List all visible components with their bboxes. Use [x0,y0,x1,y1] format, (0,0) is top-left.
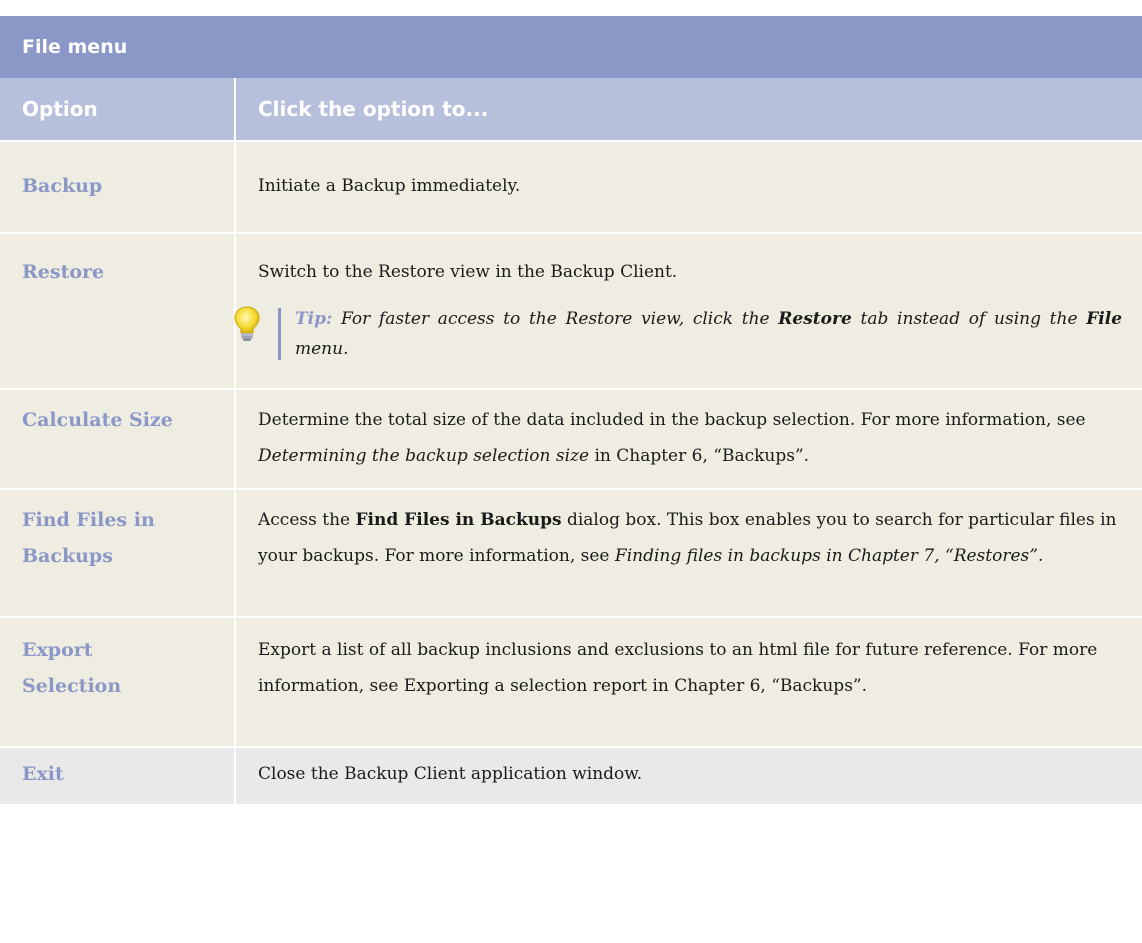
table-row-export-selection: Export Selection Export a list of all ba… [0,616,1142,746]
calc-text1: Determine the total size of the data inc… [258,410,1086,430]
option-export-selection: Export Selection [0,618,236,746]
table-row-restore: Restore Switch to the Restore view in th… [0,232,1142,388]
file-menu-table: File menu Option Click the option to... … [0,16,1142,804]
option-restore: Restore [0,234,236,388]
table-row-exit: Exit Close the Backup Client application… [0,746,1142,804]
header-option: Option [0,78,236,140]
table-row-backup: Backup Initiate a Backup immediately. [0,140,1142,232]
description-export-selection: Export a list of all backup inclusions a… [258,640,1098,696]
find-italic: Finding files in backups in Chapter 7, “… [614,546,1044,566]
tip-part2: tab instead of using the [860,309,1078,329]
description-backup: Initiate a Backup immediately. [258,176,521,196]
find-text1: Access the [258,510,351,530]
tip-label: Tip: [295,309,333,329]
option-export-line1: Export [22,639,93,661]
lightbulb-icon [232,304,268,364]
description-exit: Close the Backup Client application wind… [258,764,643,784]
option-find-files-line2: Backups [22,545,113,567]
table-row-calculate-size: Calculate Size Determine the total size … [0,388,1142,488]
find-bold: Find Files in Backups [355,510,562,530]
option-exit: Exit [0,748,236,804]
option-find-files: Find Files in Backups [0,490,236,616]
tip-box: Tip: For faster access to the Restore vi… [232,304,1122,364]
option-export-line2: Selection [22,675,122,697]
tip-divider [278,308,281,360]
calc-italic: Determining the backup selection size [258,446,590,466]
tip-part3: menu. [295,339,349,359]
header-action: Click the option to... [258,97,489,121]
option-calculate-size: Calculate Size [0,390,236,488]
tip-part1: For faster access to the Restore view, c… [341,309,770,329]
description-restore-text: Switch to the Restore view in the Backup… [258,262,678,282]
table-title-text: File menu [22,36,128,58]
tip-text: Tip: For faster access to the Restore vi… [295,304,1122,364]
description-find-files: Access the Find Files in Backups dialog … [236,490,1142,616]
description-calculate-size: Determine the total size of the data inc… [236,390,1142,488]
option-backup: Backup [0,142,236,232]
tip-bold-restore: Restore [778,309,852,329]
table-header: Option Click the option to... [0,78,1142,140]
table-row-find-files: Find Files in Backups Access the Find Fi… [0,488,1142,616]
option-find-files-line1: Find Files in [22,509,155,531]
calc-text2: in Chapter 6, “Backups”. [594,446,810,466]
table-title: File menu [0,16,1142,78]
description-restore: Switch to the Restore view in the Backup… [234,234,1142,388]
tip-bold-file: File [1086,309,1123,329]
